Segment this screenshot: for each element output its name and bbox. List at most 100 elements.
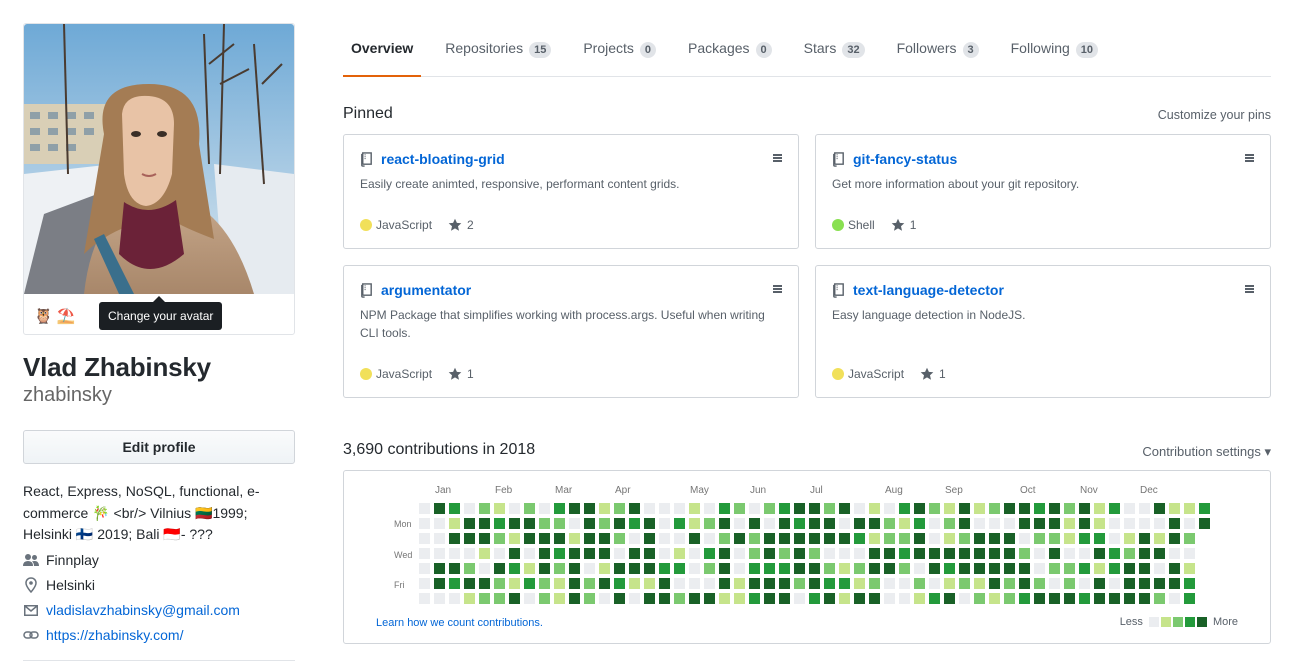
contribution-day[interactable] [869, 503, 880, 514]
contribution-day[interactable] [1139, 503, 1150, 514]
contribution-day[interactable] [929, 578, 940, 589]
repo-name-link[interactable]: argumentator [381, 282, 471, 298]
contribution-day[interactable] [734, 563, 745, 574]
contribution-day[interactable] [1169, 593, 1180, 604]
contribution-day[interactable] [554, 518, 565, 529]
contribution-day[interactable] [779, 503, 790, 514]
contribution-day[interactable] [674, 563, 685, 574]
contribution-day[interactable] [764, 503, 775, 514]
contribution-day[interactable] [884, 503, 895, 514]
contribution-day[interactable] [509, 548, 520, 559]
contribution-day[interactable] [659, 593, 670, 604]
contribution-day[interactable] [1079, 548, 1090, 559]
contribution-day[interactable] [569, 518, 580, 529]
contribution-day[interactable] [479, 593, 490, 604]
contribution-day[interactable] [644, 578, 655, 589]
contribution-day[interactable] [479, 563, 490, 574]
contribution-day[interactable] [1139, 578, 1150, 589]
contribution-day[interactable] [1154, 548, 1165, 559]
contribution-day[interactable] [419, 533, 430, 544]
contribution-day[interactable] [794, 548, 805, 559]
contribution-day[interactable] [1079, 533, 1090, 544]
contribution-day[interactable] [989, 548, 1000, 559]
repo-stars-count[interactable]: 2 [467, 218, 474, 232]
contribution-day[interactable] [899, 563, 910, 574]
contribution-day[interactable] [629, 503, 640, 514]
learn-contributions-link[interactable]: Learn how we count contributions. [376, 617, 543, 629]
contribution-day[interactable] [1034, 578, 1045, 589]
contribution-day[interactable] [764, 563, 775, 574]
contribution-day[interactable] [659, 503, 670, 514]
contribution-day[interactable] [794, 593, 805, 604]
contribution-day[interactable] [584, 563, 595, 574]
contribution-day[interactable] [659, 578, 670, 589]
contribution-day[interactable] [809, 503, 820, 514]
contribution-day[interactable] [734, 518, 745, 529]
contribution-day[interactable] [1079, 503, 1090, 514]
contribution-day[interactable] [1049, 503, 1060, 514]
contribution-day[interactable] [914, 548, 925, 559]
contribution-day[interactable] [899, 518, 910, 529]
contribution-day[interactable] [809, 518, 820, 529]
website-link[interactable]: https://zhabinsky.com/ [46, 627, 183, 643]
contribution-day[interactable] [1109, 548, 1120, 559]
contribution-day[interactable] [449, 548, 460, 559]
contribution-day[interactable] [1169, 518, 1180, 529]
contribution-day[interactable] [719, 503, 730, 514]
contribution-day[interactable] [1049, 518, 1060, 529]
contribution-day[interactable] [704, 503, 715, 514]
contribution-day[interactable] [569, 533, 580, 544]
contribution-day[interactable] [1094, 503, 1105, 514]
contribution-day[interactable] [1124, 548, 1135, 559]
contribution-day[interactable] [1064, 548, 1075, 559]
contribution-day[interactable] [599, 518, 610, 529]
drag-handle-icon[interactable] [1245, 154, 1254, 162]
contribution-day[interactable] [1004, 503, 1015, 514]
contribution-day[interactable] [1019, 563, 1030, 574]
contribution-day[interactable] [524, 563, 535, 574]
drag-handle-icon[interactable] [773, 285, 782, 293]
contribution-day[interactable] [929, 518, 940, 529]
contribution-day[interactable] [674, 578, 685, 589]
contribution-day[interactable] [449, 503, 460, 514]
contribution-day[interactable] [989, 563, 1000, 574]
contribution-day[interactable] [494, 503, 505, 514]
contribution-day[interactable] [1109, 563, 1120, 574]
contribution-day[interactable] [959, 548, 970, 559]
tab-packages[interactable]: Packages 0 [672, 28, 788, 77]
contribution-day[interactable] [494, 563, 505, 574]
contribution-day[interactable] [1079, 563, 1090, 574]
contribution-day[interactable] [854, 563, 865, 574]
contribution-day[interactable] [524, 518, 535, 529]
contribution-day[interactable] [944, 548, 955, 559]
contribution-day[interactable] [1049, 563, 1060, 574]
contribution-day[interactable] [839, 503, 850, 514]
contribution-day[interactable] [839, 563, 850, 574]
contribution-day[interactable] [434, 548, 445, 559]
contribution-day[interactable] [1199, 518, 1210, 529]
repo-name-link[interactable]: text-language-detector [853, 282, 1004, 298]
contribution-day[interactable] [989, 578, 1000, 589]
contribution-day[interactable] [914, 518, 925, 529]
contribution-day[interactable] [749, 548, 760, 559]
contribution-day[interactable] [584, 518, 595, 529]
contribution-day[interactable] [479, 548, 490, 559]
contribution-day[interactable] [824, 563, 835, 574]
contribution-day[interactable] [839, 548, 850, 559]
contribution-day[interactable] [1034, 548, 1045, 559]
contribution-day[interactable] [554, 563, 565, 574]
contribution-day[interactable] [659, 563, 670, 574]
contribution-day[interactable] [854, 578, 865, 589]
drag-handle-icon[interactable] [1245, 285, 1254, 293]
contribution-day[interactable] [1094, 578, 1105, 589]
contribution-day[interactable] [659, 548, 670, 559]
contribution-day[interactable] [824, 518, 835, 529]
contribution-day[interactable] [974, 593, 985, 604]
contribution-day[interactable] [809, 563, 820, 574]
contribution-day[interactable] [1004, 593, 1015, 604]
contribution-day[interactable] [1109, 503, 1120, 514]
contribution-day[interactable] [1064, 593, 1075, 604]
contribution-day[interactable] [1139, 563, 1150, 574]
contribution-day[interactable] [779, 518, 790, 529]
contribution-day[interactable] [809, 533, 820, 544]
